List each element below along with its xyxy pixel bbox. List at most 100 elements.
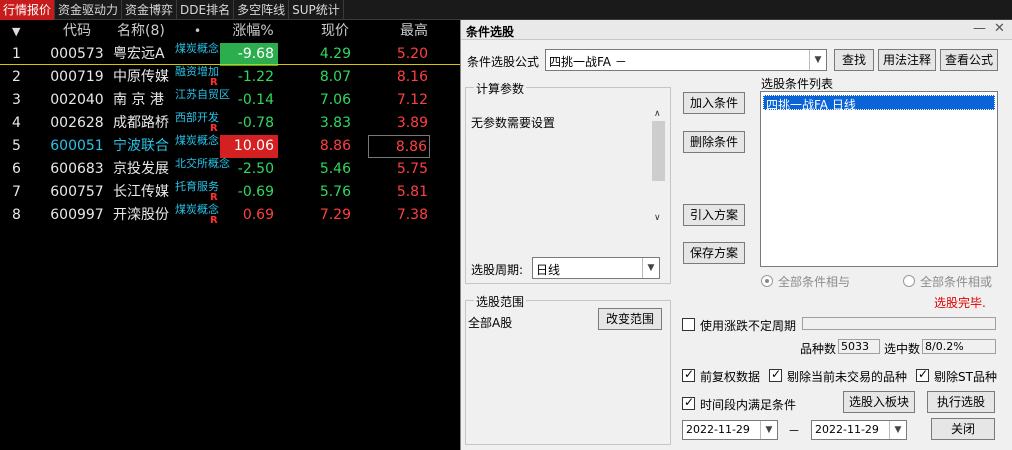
header-high[interactable]: 最高 — [394, 20, 434, 43]
change-percent: -0.78 — [237, 115, 274, 131]
tab-quotes[interactable]: 行情报价 — [0, 0, 56, 20]
table-header: ▼ 代码 名称(8) • 涨幅% 现价 最高 — [0, 20, 460, 43]
stock-name[interactable]: 京投发展 — [113, 158, 179, 181]
add-condition-button[interactable]: 加入条件 — [683, 92, 745, 114]
table-row[interactable]: 7 600757 长江传媒 托育服务 R -0.69 5.76 5.81 — [0, 181, 460, 204]
sort-chevron-icon[interactable]: ▼ — [0, 20, 40, 43]
current-price: 7.29 — [319, 207, 351, 223]
pre-adjust-checkbox[interactable] — [682, 367, 695, 382]
exclude-st-label: 剔除ST品种 — [934, 370, 997, 384]
chevron-down-icon[interactable]: ▼ — [809, 50, 826, 70]
time-range-label: 时间段内满足条件 — [700, 398, 797, 412]
table-row[interactable]: 3 002040 南 京 港江苏自贸区 -0.14 7.06 7.12 — [0, 89, 460, 112]
selected-count-value: 8/0.2% — [925, 340, 964, 353]
scroll-thumb[interactable] — [652, 121, 665, 181]
tab-sup-stats[interactable]: SUP统计 — [289, 0, 344, 20]
table-row[interactable]: 6 600683 京投发展 北交所概念 -2.50 5.46 5.75 — [0, 158, 460, 181]
minimize-icon[interactable]: — — [973, 21, 986, 36]
stock-code: 600683 — [50, 161, 104, 177]
stock-name[interactable]: 开滦股份 — [113, 204, 179, 227]
params-legend: 计算参数 — [474, 80, 527, 97]
list-item[interactable]: 四挑一战FA 日线 — [763, 95, 995, 112]
pre-adjust-label: 前复权数据 — [700, 370, 761, 384]
row-index: 8 — [12, 207, 21, 223]
exclude-st-checkbox[interactable] — [916, 367, 929, 382]
delete-condition-button[interactable]: 删除条件 — [683, 131, 745, 153]
table-row[interactable]: 2 000719 中原传媒 融资增加 R -1.22 8.07 8.16 — [0, 66, 460, 89]
table-row[interactable]: 4 002628 成都路桥 西部开发 R -0.78 3.83 3.89 — [0, 112, 460, 135]
row-index: 5 — [12, 138, 21, 154]
limit-period-field — [802, 317, 996, 330]
to-board-button[interactable]: 选股入板块 — [843, 391, 915, 413]
change-percent: -0.14 — [237, 92, 274, 108]
header-price[interactable]: 现价 — [315, 20, 355, 43]
exclude-untraded-label: 剔除当前未交易的品种 — [787, 370, 908, 384]
close-button[interactable]: 关闭 — [931, 418, 995, 440]
usage-notes-button[interactable]: 用法注释 — [878, 49, 936, 71]
radio-all-or[interactable] — [903, 275, 915, 287]
formula-value: 四挑一战FA － — [549, 55, 627, 69]
high-price: 8.16 — [396, 69, 428, 85]
formula-label: 条件选股公式 — [467, 55, 540, 69]
condition-list[interactable]: 四挑一战FA 日线 — [760, 91, 998, 267]
use-limit-period-checkbox[interactable] — [682, 318, 695, 331]
change-percent: -9.68 — [220, 43, 278, 66]
time-range-checkbox[interactable] — [682, 395, 695, 410]
table-row[interactable]: 8 600997 开滦股份 煤炭概念 R 0.69 7.29 7.38 — [0, 204, 460, 227]
tab-fund-game[interactable]: 资金博弈 — [122, 0, 178, 20]
current-price: 5.46 — [319, 161, 351, 177]
row-index: 2 — [12, 69, 21, 85]
chevron-down-icon[interactable]: ▼ — [760, 421, 777, 439]
chevron-down-icon[interactable]: ▼ — [889, 421, 906, 439]
current-price: 4.29 — [319, 46, 351, 62]
header-code[interactable]: 代码 — [44, 20, 110, 43]
change-percent: 0.69 — [242, 207, 274, 223]
change-range-button[interactable]: 改变范围 — [598, 308, 662, 330]
exclude-untraded-checkbox[interactable] — [769, 367, 782, 382]
header-dot: • — [194, 24, 202, 38]
variety-count-value: 5033 — [841, 340, 869, 353]
stock-name[interactable]: 中原传媒 — [113, 66, 179, 89]
current-price: 8.07 — [319, 69, 351, 85]
change-percent: -2.50 — [237, 161, 274, 177]
stock-name[interactable]: 南 京 港 — [113, 89, 179, 112]
radio-all-and[interactable] — [761, 275, 773, 287]
find-button[interactable]: 查找 — [834, 49, 874, 71]
table-row[interactable]: 5 600051 宁波联合 煤炭概念 10.06 8.86 8.86 — [0, 135, 460, 158]
range-legend: 选股范围 — [474, 293, 527, 310]
stock-name[interactable]: 成都路桥 — [113, 112, 179, 135]
stock-code: 002628 — [50, 115, 104, 131]
current-price: 8.86 — [319, 138, 351, 154]
rong-badge: R — [210, 215, 218, 226]
change-percent: 10.06 — [220, 135, 278, 158]
stock-name[interactable]: 粤宏远A — [113, 43, 179, 66]
selected-count-label: 选中数 — [884, 342, 921, 356]
date-to-picker[interactable]: 2022-11-29 ▼ — [811, 420, 907, 440]
formula-select[interactable]: 四挑一战FA － ▼ — [545, 49, 827, 71]
table-row[interactable]: 1 000573 粤宏远A 煤炭概念 -9.68 4.29 5.20 — [0, 43, 460, 66]
condition-item-label: 四挑一战FA 日线 — [766, 98, 856, 112]
stock-name[interactable]: 长江传媒 — [113, 181, 179, 204]
stock-code: 600757 — [50, 184, 104, 200]
tab-fund-drive[interactable]: 资金驱动力 — [55, 0, 123, 20]
scroll-down-icon[interactable]: ∨ — [654, 213, 661, 223]
current-price: 5.76 — [319, 184, 351, 200]
date-from-picker[interactable]: 2022-11-29 ▼ — [682, 420, 778, 440]
selected-count-field: 8/0.2% — [922, 339, 996, 354]
view-formula-button[interactable]: 查看公式 — [940, 49, 998, 71]
close-icon[interactable]: ✕ — [994, 21, 1005, 36]
save-plan-button[interactable]: 保存方案 — [683, 242, 745, 264]
stock-name[interactable]: 宁波联合 — [113, 135, 179, 158]
tab-dde-rank[interactable]: DDE排名 — [177, 0, 235, 20]
chevron-down-icon[interactable]: ▼ — [642, 258, 659, 278]
header-change[interactable]: 涨幅% — [228, 20, 278, 43]
period-select[interactable]: 日线 ▼ — [532, 257, 660, 279]
header-name[interactable]: 名称(8) — [117, 20, 183, 43]
run-select-button[interactable]: 执行选股 — [927, 391, 995, 413]
scroll-up-icon[interactable]: ∧ — [654, 109, 661, 119]
tab-long-short[interactable]: 多空阵线 — [234, 0, 290, 20]
change-percent: -1.22 — [237, 69, 274, 85]
high-price: 5.75 — [396, 161, 428, 177]
import-plan-button[interactable]: 引入方案 — [683, 204, 745, 226]
params-scrollbar[interactable]: ∧ ∨ — [650, 107, 667, 229]
